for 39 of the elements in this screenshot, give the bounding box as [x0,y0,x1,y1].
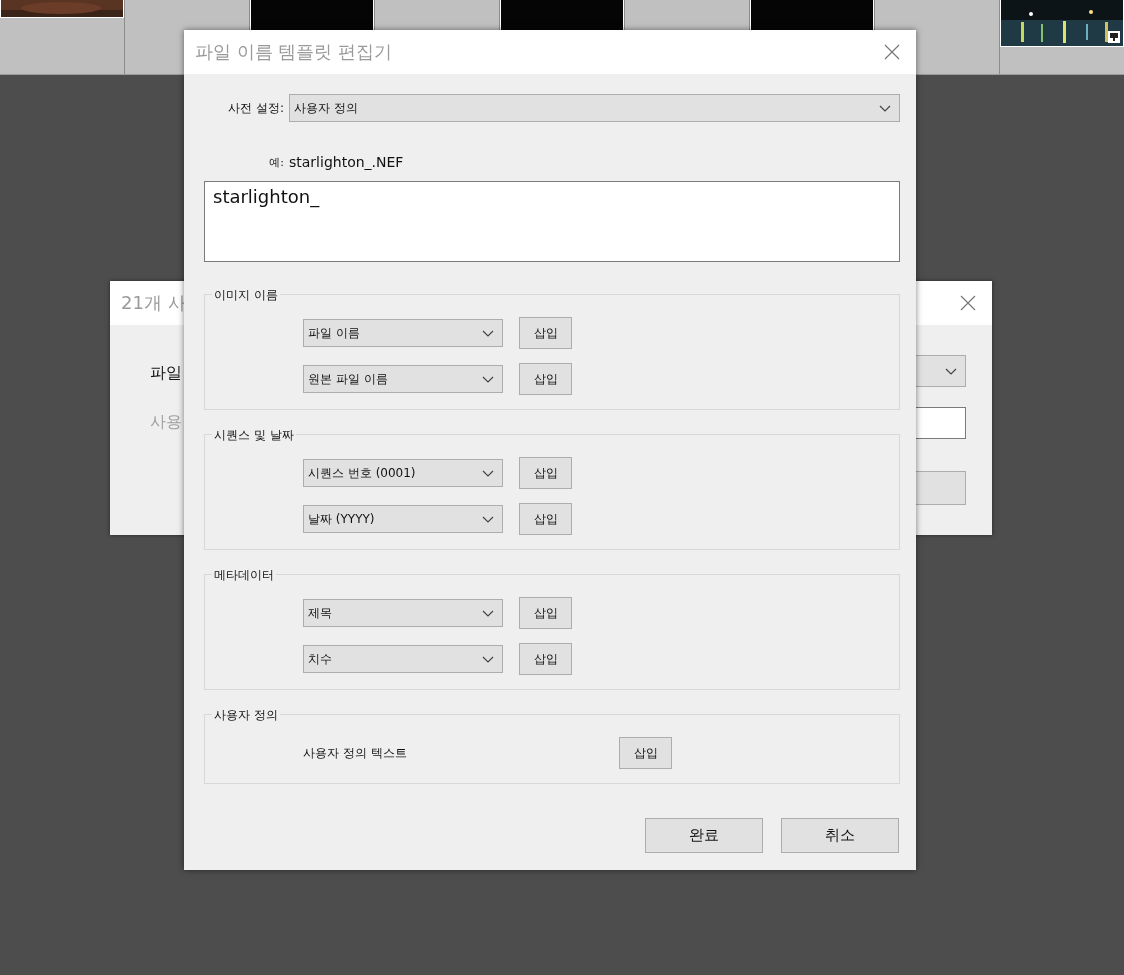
example-text: starlighton_.NEF [289,154,404,170]
window-title: 파일 이름 템플릿 편집기 [195,40,393,64]
chevron-icon [482,469,494,477]
field-label: 사용 [150,412,182,433]
insert-button[interactable]: 삽입 [519,643,572,675]
insert-button[interactable]: 삽입 [619,737,672,769]
close-icon [884,44,900,60]
field-label: 사전 설정: [227,99,284,117]
field-label: 파일 [150,363,182,384]
chevron-icon [482,515,494,523]
group-title: 사용자 정의 [212,707,280,724]
insert-button[interactable]: 삽입 [519,317,572,349]
insert-button[interactable]: 삽입 [519,363,572,395]
chevron-icon [482,375,494,383]
field-label: 사용자 정의 텍스트 [303,744,408,762]
token-dropdown[interactable]: 날짜 (YYYY) [303,505,503,533]
dialog-button[interactable]: 취소 [781,818,899,853]
chevron-icon [945,367,957,375]
insert-button[interactable]: 삽입 [519,597,572,629]
group-title: 이미지 이름 [212,287,280,304]
insert-button[interactable]: 삽입 [519,503,572,535]
preset-dropdown[interactable]: 사용자 정의 [289,94,900,122]
token-dropdown[interactable]: 파일 이름 [303,319,503,347]
chevron-icon [482,609,494,617]
token-dropdown[interactable]: 치수 [303,645,503,673]
group-title: 메타데이터 [212,567,276,584]
close-icon [960,295,976,311]
dialog-button[interactable]: 완료 [645,818,763,853]
token-dropdown[interactable]: 원본 파일 이름 [303,365,503,393]
token-dropdown[interactable]: 제목 [303,599,503,627]
chevron-icon [482,655,494,663]
insert-button[interactable]: 삽입 [519,457,572,489]
token-dropdown[interactable]: 시퀀스 번호 (0001) [303,459,503,487]
chevron-icon [879,104,891,112]
template-field[interactable]: starlighton_ [204,181,900,262]
window-title: 21개 사 [121,291,186,315]
chevron-icon [482,329,494,337]
field-label: 예: [268,154,284,170]
group-title: 시퀀스 및 날짜 [212,427,296,444]
